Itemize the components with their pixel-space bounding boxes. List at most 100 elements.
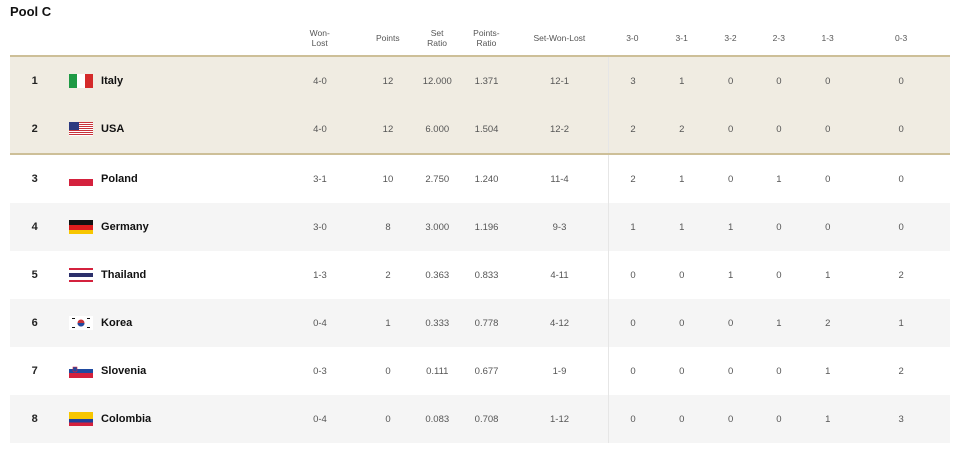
rank-cell: 8: [31, 413, 38, 425]
header-2-3[interactable]: 2-3: [755, 21, 803, 55]
country-name[interactable]: Thailand: [101, 251, 277, 299]
result-2-3-cell: 0: [776, 365, 782, 377]
result-3-2-cell: 0: [727, 75, 734, 87]
result-0-3-cell: 0: [898, 75, 904, 87]
result-1-3-cell: 0: [825, 123, 831, 135]
table-row[interactable]: 5 Thailand 1-3 2 0.363 0.833 4-11 0 0 1 0 1 2: [10, 251, 950, 299]
rank-cell: 6: [31, 317, 38, 329]
poland-flag-icon: [69, 155, 94, 203]
header-country: [101, 21, 277, 55]
result-0-3-cell: 2: [898, 365, 904, 377]
won-lost-cell: 0-3: [313, 365, 327, 377]
rank-cell: 1: [31, 75, 38, 87]
result-1-3-cell: 1: [825, 365, 831, 377]
rank-cell: 5: [31, 269, 38, 281]
result-1-3-cell: 1: [825, 269, 831, 281]
header-won-lost[interactable]: Won- Lost: [276, 21, 363, 55]
set-ratio-cell: 6.000: [425, 123, 450, 135]
result-3-2-cell: 1: [727, 269, 734, 281]
result-3-0-cell: 0: [607, 395, 657, 443]
result-3-2-cell: 0: [727, 123, 734, 135]
set-won-lost-cell: 11-4: [550, 173, 569, 185]
result-3-0-cell: 0: [607, 347, 657, 395]
set-won-lost-cell: 12-2: [550, 123, 570, 135]
pool-title: Pool C: [10, 4, 52, 19]
header-set-ratio[interactable]: Set Ratio: [412, 21, 461, 55]
table-row[interactable]: 8 Colombia 0-4 0 0.083 0.708 1-12 0 0 0 0 1 3: [10, 395, 950, 443]
header-set-won-lost[interactable]: Set-Won-Lost: [511, 21, 608, 55]
points-cell: 0: [385, 413, 391, 425]
country-name[interactable]: Korea: [101, 299, 277, 347]
table-row[interactable]: 7 Slovenia 0-3 0 0.111 0.677 1-9 0 0 0 0 1 2: [10, 347, 950, 395]
set-ratio-cell: 2.750: [425, 173, 450, 185]
table-row[interactable]: 1 Italy 4-0 12 12.000 1.371 12-1 3 1 0 0 0 0: [10, 57, 950, 105]
result-3-1-cell: 0: [679, 413, 685, 425]
result-3-1-cell: 2: [679, 123, 685, 135]
result-1-3-cell: 1: [825, 413, 831, 425]
result-2-3-cell: 0: [776, 75, 782, 87]
table-body: 1 Italy 4-0 12 12.000 1.371 12-1 3 1 0 0 0 0 2 USA 4-0 1…: [10, 57, 950, 443]
usa-flag-icon: [69, 105, 94, 153]
set-won-lost-cell: 9-3: [552, 221, 567, 233]
header-points[interactable]: Points: [363, 21, 412, 55]
won-lost-cell: 4-0: [313, 75, 327, 87]
set-won-lost-cell: 1-12: [550, 413, 570, 425]
header-1-3[interactable]: 1-3: [803, 21, 852, 55]
result-3-0-cell: 1: [607, 203, 657, 251]
set-won-lost-cell: 12-1: [550, 75, 570, 87]
table-row[interactable]: 6 Korea 0-4 1 0.333 0.778 4-12 0 0 0 1 2 1: [10, 299, 950, 347]
result-1-3-cell: 0: [825, 173, 831, 185]
header-points-ratio[interactable]: Points- Ratio: [462, 21, 511, 55]
header-rank: [10, 21, 59, 55]
result-1-3-cell: 0: [825, 221, 831, 233]
result-3-2-cell: 0: [727, 317, 734, 329]
set-ratio-cell: 0.333: [425, 317, 450, 329]
set-won-lost-cell: 4-11: [550, 269, 569, 281]
thailand-flag-icon: [69, 251, 94, 299]
set-ratio-cell: 3.000: [425, 221, 450, 233]
won-lost-cell: 3-0: [313, 221, 327, 233]
result-3-0-cell: 2: [607, 155, 657, 203]
result-3-1-cell: 1: [679, 75, 685, 87]
result-2-3-cell: 0: [776, 221, 782, 233]
rank-cell: 3: [31, 173, 38, 185]
result-2-3-cell: 0: [776, 269, 782, 281]
header-3-2[interactable]: 3-2: [706, 21, 754, 55]
country-name[interactable]: Colombia: [101, 395, 277, 443]
country-name[interactable]: Italy: [101, 57, 277, 105]
set-ratio-cell: 0.083: [425, 413, 450, 425]
result-1-3-cell: 2: [825, 317, 831, 329]
korea-flag-icon: [69, 299, 94, 347]
table-row[interactable]: 3 Poland 3-1 10 2.750 1.240 11-4 2 1 0 1 0 0: [10, 153, 950, 203]
result-0-3-cell: 0: [898, 123, 904, 135]
country-name[interactable]: USA: [101, 105, 277, 153]
result-3-2-cell: 0: [727, 365, 734, 377]
points-ratio-cell: 1.196: [474, 221, 499, 233]
points-ratio-cell: 0.778: [474, 317, 499, 329]
header-0-3[interactable]: 0-3: [852, 21, 950, 55]
set-ratio-cell: 12.000: [422, 75, 452, 87]
points-cell: 0: [385, 365, 391, 377]
set-won-lost-cell: 4-12: [550, 317, 570, 329]
country-name[interactable]: Slovenia: [101, 347, 277, 395]
result-0-3-cell: 0: [898, 173, 904, 185]
result-3-1-cell: 1: [679, 173, 685, 185]
header-3-0[interactable]: 3-0: [608, 21, 657, 55]
result-3-2-cell: 0: [727, 413, 734, 425]
table-row[interactable]: 2 USA 4-0 12 6.000 1.504 12-2 2 2 0 0 0 0: [10, 105, 950, 153]
table-header: Won- Lost Points Set Ratio Points- Ratio…: [10, 21, 950, 57]
set-won-lost-cell: 1-9: [552, 365, 567, 377]
points-ratio-cell: 0.677: [474, 365, 499, 377]
slovenia-flag-icon: [69, 347, 94, 395]
won-lost-cell: 0-4: [313, 317, 327, 329]
points-ratio-cell: 0.708: [474, 413, 499, 425]
result-3-0-cell: 2: [607, 105, 657, 153]
table-row[interactable]: 4 Germany 3-0 8 3.000 1.196 9-3 1 1 1 0 0 0: [10, 203, 950, 251]
result-3-2-cell: 1: [727, 221, 734, 233]
colombia-flag-icon: [69, 395, 94, 443]
country-name[interactable]: Germany: [101, 203, 277, 251]
country-name[interactable]: Poland: [101, 155, 277, 203]
header-3-1[interactable]: 3-1: [657, 21, 706, 55]
points-cell: 2: [385, 269, 391, 281]
header-flag: [69, 21, 93, 55]
